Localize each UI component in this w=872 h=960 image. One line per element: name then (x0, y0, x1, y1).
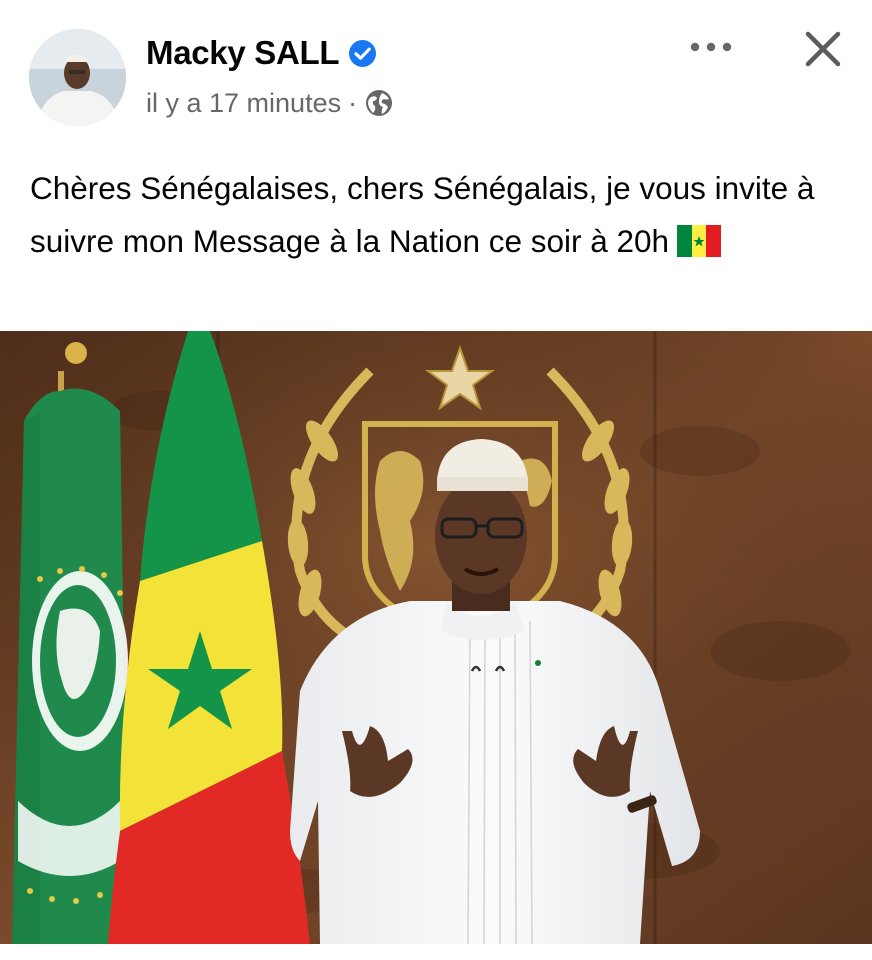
photo-scene (0, 331, 872, 944)
globe-icon[interactable] (364, 88, 394, 118)
post-body: Chères Sénégalaises, chers Sénégalais, j… (30, 162, 850, 268)
post-footer-edge (0, 944, 872, 960)
meta-separator: · (348, 87, 358, 118)
post-timestamp[interactable]: il y a 17 minutes (146, 88, 341, 119)
verified-badge-icon (349, 39, 377, 67)
senegal-flag-emoji (677, 225, 722, 257)
author-name[interactable]: Macky SALL (146, 34, 340, 72)
post-header: Macky SALL il y a 17 minutes · (0, 0, 872, 140)
au-flag (12, 342, 128, 944)
post-photo[interactable] (0, 331, 872, 944)
more-options-icon[interactable] (686, 30, 736, 64)
close-icon[interactable] (802, 28, 844, 70)
author-avatar[interactable] (29, 29, 126, 126)
author-row: Macky SALL (146, 32, 377, 74)
post-meta: il y a 17 minutes · (146, 86, 394, 120)
